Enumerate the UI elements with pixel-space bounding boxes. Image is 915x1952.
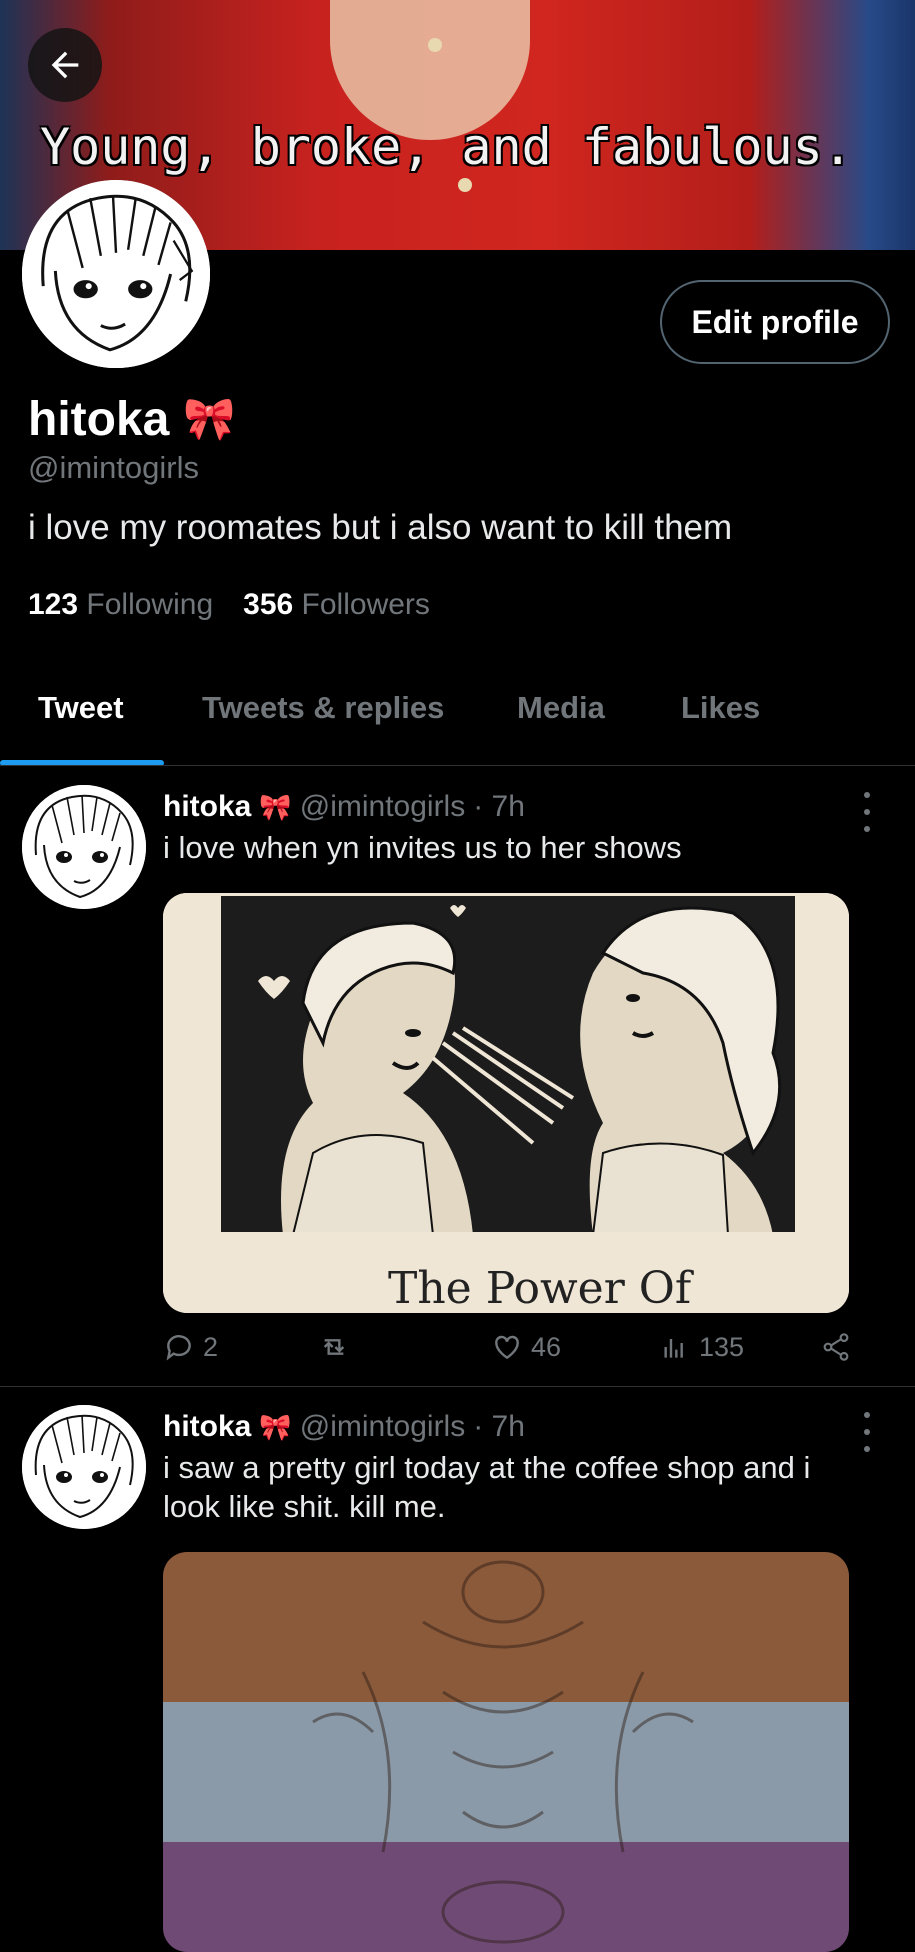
profile-name-text: hitoka: [28, 393, 170, 446]
tweet-text: i saw a pretty girl today at the coffee …: [163, 1450, 811, 1524]
back-button[interactable]: [28, 28, 102, 102]
tab-likes[interactable]: Likes: [681, 690, 760, 726]
tweet-author-name[interactable]: hitoka: [163, 1410, 251, 1444]
profile-stats: 123 Following 356 Followers: [28, 588, 430, 622]
more-options-button[interactable]: [852, 1412, 882, 1452]
tweet-media-image[interactable]: [163, 1552, 849, 1952]
tweet-header: hitoka 🎀 @imintogirls · 7h: [163, 790, 525, 824]
tweet-actions: 2 46 135: [163, 1325, 863, 1369]
tabs-divider: [0, 765, 915, 766]
followers-link[interactable]: 356 Followers: [243, 588, 430, 622]
tweet-author-handle: @imintogirls: [299, 1410, 466, 1443]
manga-girl-avatar-icon: [22, 785, 146, 909]
tweet-card[interactable]: hitoka 🎀 @imintogirls · 7h i love when y…: [0, 780, 915, 1385]
more-options-button[interactable]: [852, 792, 882, 832]
profile-handle: @imintogirls: [28, 450, 199, 485]
analytics-icon: [664, 1339, 683, 1358]
like-button[interactable]: 46: [491, 1325, 561, 1369]
more-dot: [864, 1429, 870, 1435]
profile-name: hitoka 🎀: [28, 392, 236, 447]
media-caption-text: The Power Of: [388, 1263, 694, 1313]
reply-icon: [166, 1335, 191, 1361]
followers-count: 356: [243, 588, 294, 621]
reply-count: 2: [203, 1331, 219, 1362]
profile-avatar[interactable]: [22, 180, 210, 368]
tweet-media-image[interactable]: The Power Of: [163, 893, 849, 1313]
tab-media[interactable]: Media: [517, 690, 605, 726]
manga-girl-avatar-icon: [22, 180, 210, 368]
tweet-avatar[interactable]: [22, 785, 146, 909]
edit-profile-button[interactable]: Edit profile: [660, 280, 890, 364]
flag-overlay-illustration-icon: [163, 1552, 849, 1952]
retweet-button[interactable]: [317, 1325, 359, 1369]
vintage-illustration-icon: The Power Of: [163, 893, 849, 1313]
more-dot: [864, 809, 870, 815]
bow-emoji-icon: 🎀: [259, 1411, 292, 1442]
tweet-divider: [0, 1386, 915, 1387]
share-icon: [823, 1333, 849, 1361]
tweet-time: · 7h: [473, 790, 525, 823]
banner-button-decoration: [428, 38, 442, 52]
tweet-author-name[interactable]: hitoka: [163, 790, 251, 824]
avatar-image: [22, 180, 210, 368]
heart-icon: [495, 1335, 519, 1360]
bow-emoji-icon: 🎀: [259, 791, 292, 822]
profile-tabs: Tweet Tweets & replies Media Likes: [0, 670, 915, 766]
view-count: 135: [699, 1331, 745, 1362]
more-dot: [864, 1446, 870, 1452]
tweet-avatar[interactable]: [22, 1405, 146, 1529]
more-dot: [864, 1412, 870, 1418]
arrow-left-icon: [51, 51, 79, 79]
like-count: 46: [531, 1331, 562, 1362]
views-button[interactable]: 135: [659, 1325, 744, 1369]
following-label: Following: [86, 588, 214, 621]
tweet-text: i love when yn invites us to her shows: [163, 830, 682, 865]
tweet-card[interactable]: hitoka 🎀 @imintogirls · 7h i saw a prett…: [0, 1400, 915, 1952]
following-link[interactable]: 123 Following: [28, 588, 213, 622]
banner-caption: Young, broke, and fabulous.: [40, 118, 853, 176]
tweet-time: · 7h: [473, 1410, 525, 1443]
more-dot: [864, 826, 870, 832]
retweet-icon: [323, 1339, 345, 1355]
share-button[interactable]: [819, 1325, 853, 1369]
tweet-author-handle: @imintogirls: [299, 790, 466, 823]
reply-button[interactable]: 2: [163, 1325, 218, 1369]
bow-emoji-icon: 🎀: [183, 395, 236, 442]
banner-button-decoration: [458, 178, 472, 192]
manga-girl-avatar-icon: [22, 1405, 146, 1529]
tab-tweet[interactable]: Tweet: [38, 690, 124, 726]
followers-label: Followers: [301, 588, 430, 621]
tab-tweets-replies[interactable]: Tweets & replies: [202, 690, 444, 726]
more-dot: [864, 792, 870, 798]
profile-bio: i love my roomates but i also want to ki…: [28, 508, 733, 547]
following-count: 123: [28, 588, 79, 621]
tweet-header: hitoka 🎀 @imintogirls · 7h: [163, 1410, 525, 1444]
